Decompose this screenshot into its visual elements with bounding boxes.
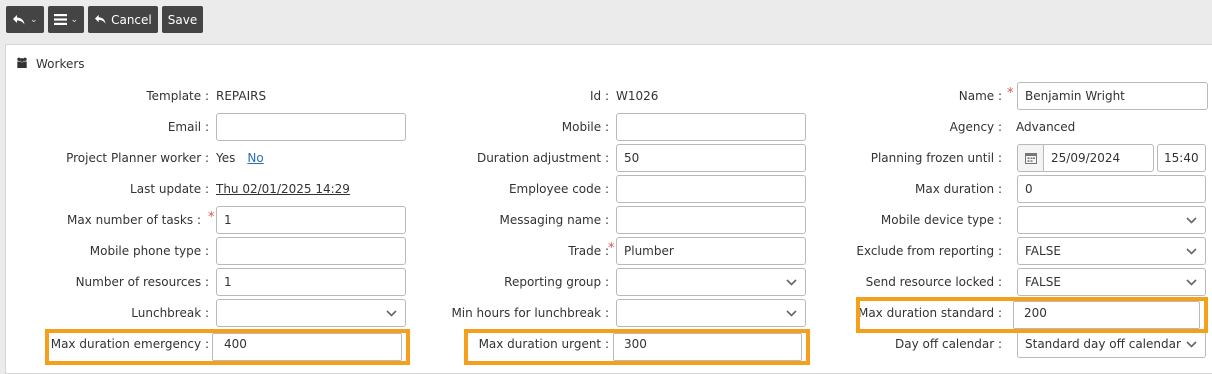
project-planner-label: Project Planner worker : — [66, 151, 209, 165]
day-off-calendar-select[interactable]: Standard day off calendar — [1017, 330, 1206, 358]
menu-dropdown-button[interactable]: ⌄ — [47, 6, 85, 33]
reporting-group-select[interactable] — [616, 268, 806, 296]
toolbar: ⌄ ⌄ Cancel Save — [6, 6, 204, 33]
workers-icon — [16, 57, 28, 71]
panel-header: Workers — [16, 57, 85, 71]
form-row: Last update : Thu 02/01/2025 14:29 Emplo… — [6, 175, 1212, 203]
form-row: Email : Mobile : Agency : Advanced — [6, 113, 1212, 141]
duration-adjustment-label: Duration adjustment : — [476, 151, 609, 165]
reporting-group-label: Reporting group : — [504, 275, 609, 289]
planning-frozen-time-field[interactable]: 15:40 — [1157, 144, 1206, 172]
send-resource-locked-label: Send resource locked : — [865, 275, 1002, 289]
form-row: Max number of tasks : * 1 Messaging name… — [6, 206, 1212, 234]
messaging-name-field[interactable] — [616, 206, 806, 234]
highlight-max-duration-urgent — [464, 329, 810, 365]
yes-option[interactable]: Yes — [216, 151, 235, 165]
chevron-down-icon — [786, 300, 797, 326]
max-duration-label: Max duration : — [915, 182, 1002, 196]
chevron-down-icon — [1186, 238, 1197, 264]
back-dropdown-button[interactable]: ⌄ — [6, 6, 44, 33]
mobile-label: Mobile : — [561, 120, 609, 134]
form-row: Project Planner worker : Yes No Duration … — [6, 144, 1212, 172]
required-marker: * — [1007, 86, 1014, 101]
panel-title: Workers — [36, 57, 85, 71]
mobile-device-type-select[interactable] — [1017, 206, 1206, 234]
mobile-field[interactable] — [616, 113, 806, 141]
max-tasks-field[interactable]: 1 — [216, 206, 406, 234]
mobile-device-type-label: Mobile device type : — [880, 213, 1002, 227]
name-label: Name : — [958, 89, 1002, 103]
project-planner-value: Yes No — [216, 144, 264, 172]
undo-arrow-icon — [94, 14, 107, 25]
form-row: Mobile phone type : Trade : * Plumber Ex… — [6, 237, 1212, 265]
planning-frozen-date-field[interactable]: 25/09/2024 — [1043, 144, 1154, 172]
exclude-reporting-select[interactable]: FALSE — [1017, 237, 1206, 265]
mobile-phone-type-label: Mobile phone type : — [89, 244, 209, 258]
send-resource-locked-select[interactable]: FALSE — [1017, 268, 1206, 296]
undo-arrow-icon — [12, 14, 26, 26]
highlight-max-duration-standard — [856, 297, 1208, 333]
required-marker: * — [208, 210, 215, 225]
min-hours-lunchbreak-label: Min hours for lunchbreak : — [451, 306, 609, 320]
save-button[interactable]: Save — [161, 6, 204, 33]
messaging-name-label: Messaging name : — [499, 213, 609, 227]
hamburger-menu-icon — [53, 14, 67, 25]
day-off-calendar-label: Day off calendar : — [895, 337, 1002, 351]
id-label: Id : — [589, 89, 609, 103]
employee-code-label: Employee code : — [508, 182, 609, 196]
employee-code-field[interactable] — [616, 175, 806, 203]
chevron-down-icon — [1186, 207, 1197, 233]
chevron-down-icon: ⌄ — [30, 14, 38, 25]
trade-label: Trade : — [568, 244, 609, 258]
calendar-icon[interactable] — [1017, 144, 1044, 172]
duration-adjustment-field[interactable]: 50 — [616, 144, 806, 172]
template-value: REPAIRS — [216, 89, 267, 103]
exclude-reporting-label: Exclude from reporting : — [856, 244, 1002, 258]
trade-field[interactable]: Plumber — [616, 237, 806, 265]
max-tasks-label: Max number of tasks : — [66, 213, 201, 227]
form-row: Template : REPAIRS Id : W1026 Name : * B… — [6, 82, 1212, 110]
chevron-down-icon — [1186, 269, 1197, 295]
num-resources-field[interactable]: 1 — [216, 268, 406, 296]
form-row: Number of resources : 1 Reporting group … — [6, 268, 1212, 296]
min-hours-lunchbreak-select[interactable] — [616, 299, 806, 327]
chevron-down-icon — [386, 300, 397, 326]
agency-label: Agency : — [949, 120, 1002, 134]
no-link[interactable]: No — [247, 151, 263, 165]
select-value: FALSE — [1025, 275, 1061, 289]
chevron-down-icon — [1186, 331, 1197, 357]
max-duration-field[interactable]: 0 — [1017, 175, 1206, 203]
chevron-down-icon — [786, 269, 797, 295]
select-value: Standard day off calendar — [1025, 337, 1181, 351]
cancel-label: Cancel — [111, 12, 152, 27]
planning-frozen-label: Planning frozen until : — [870, 151, 1002, 165]
required-marker: * — [608, 241, 615, 256]
lunchbreak-label: Lunchbreak : — [131, 306, 209, 320]
last-update-label: Last update : — [130, 182, 209, 196]
last-update-value[interactable]: Thu 02/01/2025 14:29 — [216, 175, 350, 203]
chevron-down-icon: ⌄ — [70, 14, 79, 25]
name-field[interactable]: Benjamin Wright — [1017, 82, 1208, 110]
agency-value: Advanced — [1016, 120, 1076, 134]
template-label: Template : — [146, 89, 209, 103]
cancel-button[interactable]: Cancel — [88, 6, 158, 33]
email-field[interactable] — [216, 113, 406, 141]
num-resources-label: Number of resources : — [75, 275, 209, 289]
id-value: W1026 — [616, 89, 659, 103]
mobile-phone-type-field[interactable] — [216, 237, 406, 265]
lunchbreak-select[interactable] — [216, 299, 406, 327]
highlight-max-duration-emergency — [45, 329, 410, 365]
email-label: Email : — [167, 120, 209, 134]
select-value: FALSE — [1025, 244, 1061, 258]
